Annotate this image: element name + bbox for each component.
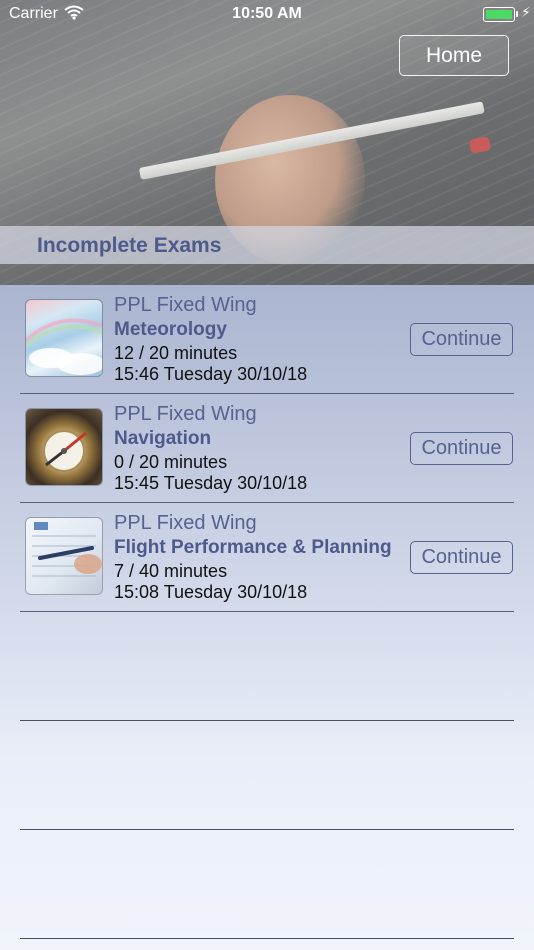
continue-button[interactable]: Continue [410,323,513,356]
exam-progress: 7 / 40 minutes [114,561,228,581]
continue-button[interactable]: Continue [410,541,513,574]
exam-date: 15:45 Tuesday 30/10/18 [114,473,308,493]
exam-type: PPL Fixed Wing [114,403,257,425]
empty-row [20,721,514,830]
status-bar: Carrier 10:50 AM ⚡ [0,0,534,30]
exam-subject: Meteorology [114,319,227,340]
exam-date: 15:46 Tuesday 30/10/18 [114,364,308,384]
exam-subject: Flight Performance & Planning [114,537,392,558]
exam-type: PPL Fixed Wing [114,512,257,534]
section-title: Incomplete Exams [37,234,222,257]
continue-button[interactable]: Continue [410,432,513,465]
exam-type: PPL Fixed Wing [114,294,257,316]
battery-nub [516,11,518,17]
compass-thumbnail [26,409,102,485]
exam-row[interactable]: PPL Fixed Wing Navigation 0 / 20 minutes… [20,394,514,503]
header-photo: Carrier 10:50 AM ⚡ Home Incomplete Exams [0,0,534,285]
empty-row [20,830,514,939]
empty-row [20,612,514,721]
chart-pen-thumbnail [26,518,102,594]
battery-icon [483,7,515,22]
exam-progress: 0 / 20 minutes [114,452,228,472]
exam-row[interactable]: PPL Fixed Wing Flight Performance & Plan… [20,503,514,612]
exam-progress: 12 / 20 minutes [114,343,238,363]
exam-subject: Navigation [114,428,212,449]
exam-row[interactable]: PPL Fixed Wing Meteorology 12 / 20 minut… [20,285,514,394]
clock: 10:50 AM [232,5,302,22]
exam-date: 15:08 Tuesday 30/10/18 [114,582,308,602]
section-header: Incomplete Exams [0,226,534,264]
sky-rainbow-thumbnail [26,300,102,376]
charging-icon: ⚡ [521,4,531,20]
exam-list: PPL Fixed Wing Meteorology 12 / 20 minut… [0,285,534,939]
home-button[interactable]: Home [399,35,509,76]
